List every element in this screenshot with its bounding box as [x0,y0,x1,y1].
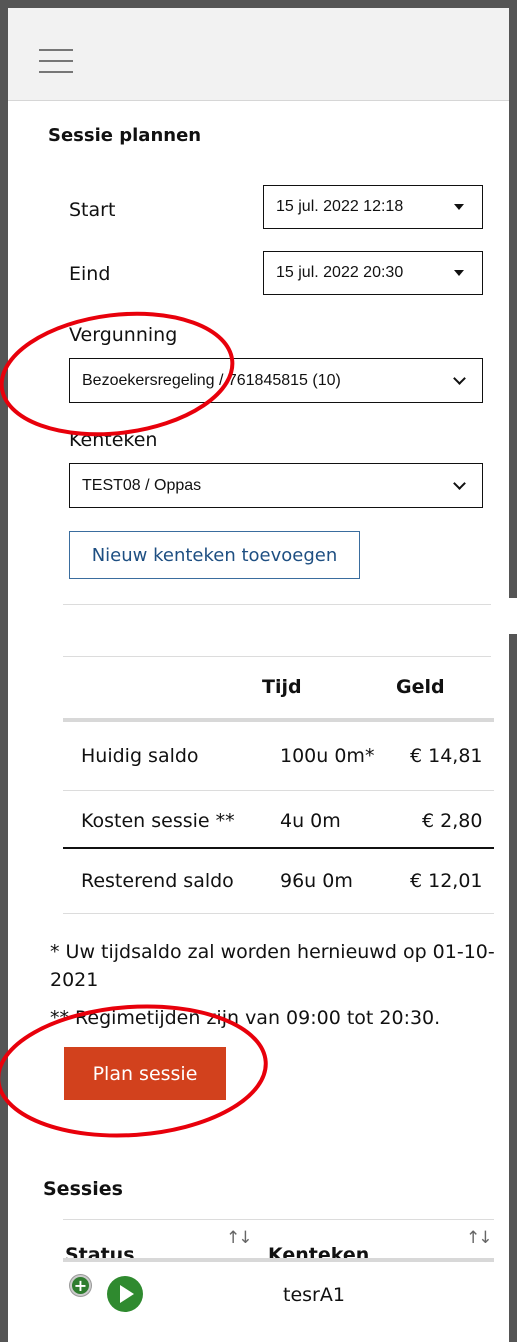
balance-row-time: 4u 0m [280,810,341,832]
end-label: Eind [69,263,111,285]
renewal-note: * Uw tijdsaldo zal worden hernieuwd op 0… [50,941,495,991]
balance-row-money: € 2,80 [422,810,483,832]
start-datetime-value: 15 jul. 2022 12:18 [276,198,404,215]
balance-row-label: Huidig saldo [81,745,199,767]
sessions-col-plate[interactable]: Kenteken [268,1244,369,1266]
start-datetime-picker[interactable]: 15 jul. 2022 12:18 [263,185,483,229]
expand-plus-icon[interactable]: + [70,1275,91,1296]
sessions-title: Sessies [43,1178,123,1200]
add-plate-button[interactable]: Nieuw kenteken toevoegen [69,531,360,579]
table-header-rule [63,718,494,722]
hamburger-menu-icon[interactable] [39,49,73,73]
start-label: Start [69,199,116,221]
balance-col-money: Geld [396,676,445,698]
divider [63,656,491,657]
plan-session-button[interactable]: Plan sessie [64,1047,226,1100]
permit-select[interactable]: Bezoekersregeling / 761845815 (10) [69,358,483,403]
balance-col-time: Tijd [262,676,302,698]
balance-row-label: Kosten sessie ** [81,810,235,832]
permit-select-value: Bezoekersregeling / 761845815 (10) [82,371,341,389]
active-session-play-icon [107,1276,143,1312]
regime-note: ** Regimetijden zijn van 09:00 tot 20:30… [50,1007,441,1029]
sort-icon[interactable]: ↑↓ [226,1228,252,1248]
end-datetime-value: 15 jul. 2022 20:30 [276,264,404,281]
balance-row-time: 100u 0m* [280,745,375,767]
table-total-rule [63,847,494,849]
table-row-rule [63,790,494,791]
plate-select-value: TEST08 / Oppas [82,476,202,494]
sessions-top-rule [63,1219,494,1220]
frame-gap [507,598,517,634]
sessions-col-status[interactable]: Status [65,1244,135,1266]
permit-label: Vergunning [69,324,178,346]
caret-down-icon [454,204,464,210]
top-bar [8,8,509,101]
plan-section-title: Sessie plannen [48,125,202,146]
balance-row-money: € 14,81 [410,745,483,767]
plate-label: Kenteken [69,429,158,451]
table-row-rule [63,913,494,914]
caret-down-icon [454,270,464,276]
chevron-down-icon [453,371,466,385]
divider [63,604,491,605]
balance-row-time: 96u 0m [280,870,353,892]
session-plate: tesrA1 [283,1284,345,1306]
balance-row-label: Resterend saldo [81,870,234,892]
plate-select[interactable]: TEST08 / Oppas [69,463,483,508]
chevron-down-icon [453,476,466,490]
balance-row-money: € 12,01 [410,870,483,892]
sessions-header-rule [63,1258,494,1262]
sort-icon[interactable]: ↑↓ [466,1228,492,1248]
end-datetime-picker[interactable]: 15 jul. 2022 20:30 [263,251,483,295]
